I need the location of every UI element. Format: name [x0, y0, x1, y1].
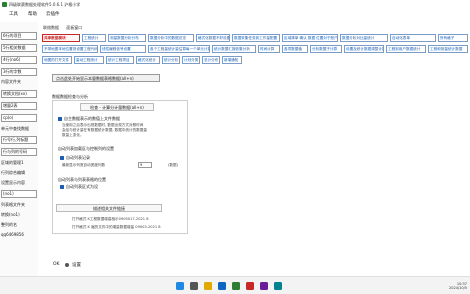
- tab-button[interactable]: 格式化统计: [136, 56, 160, 64]
- sidebar-item[interactable]: (no1): [1, 190, 37, 198]
- tab-button[interactable]: 格式化数据不好设置: [196, 34, 230, 42]
- tab-button[interactable]: 时间计算: [258, 45, 280, 53]
- footer-settings[interactable]: 设置: [72, 262, 81, 268]
- tab-button[interactable]: 设置及统计数据调整计算: [344, 45, 384, 53]
- tab-button[interactable]: 所有格子: [438, 34, 468, 42]
- tab-shared-data[interactable]: 共享数据模块: [42, 34, 80, 42]
- tab-button[interactable]: 总计分布: [202, 56, 220, 64]
- app-icon[interactable]: [274, 282, 282, 290]
- menu-help[interactable]: 帮助: [28, 11, 37, 17]
- taskbar-clock[interactable]: 10:37 2024/10/5: [449, 282, 467, 290]
- section2-unit: (数据): [168, 163, 178, 167]
- window-title: 四级联赛数据处理软件5.0.6.1 沪格小学: [9, 2, 81, 7]
- section3-title: 自动列表与列表表格的位置: [58, 177, 106, 182]
- tab-button[interactable]: 分析数据子计算: [310, 45, 342, 53]
- sidebar-item[interactable]: 设置显示内容: [1, 180, 37, 188]
- sidebar-item: qq6469856: [1, 232, 24, 237]
- tab-button[interactable]: 各个工程量统计量估算每一个单元计算: [148, 45, 210, 53]
- nav-link-data[interactable]: 联络数据: [43, 25, 59, 30]
- folder-icon[interactable]: [204, 282, 212, 290]
- result-line: 打开格式 K工程数据增高相示0905017-2021 8: [72, 217, 149, 221]
- load-data-button[interactable]: 点击此处开始显示本量数据表格数据(all+n): [52, 74, 160, 82]
- menu-tools[interactable]: 工具: [9, 11, 18, 17]
- clock-date: 2024/10/5: [449, 286, 467, 290]
- sidebar-item[interactable]: 增量2表: [1, 102, 37, 110]
- edge-browser-icon[interactable]: [218, 282, 226, 290]
- menu-bar: 工具 帮助 云插件: [0, 10, 470, 18]
- windows-start-icon[interactable]: [176, 282, 184, 290]
- tab-button[interactable]: 计划分类: [182, 56, 200, 64]
- tab-button[interactable]: 测量数据分析分布: [108, 34, 146, 42]
- checkbox-checked-icon: [60, 185, 64, 189]
- section3-checkbox[interactable]: 自动列表区式为设: [60, 184, 98, 190]
- tab-button[interactable]: 统计工程项目: [106, 56, 134, 64]
- tab-button[interactable]: 地图的打开文件: [42, 56, 72, 64]
- nav-link-panel[interactable]: 面板窗口: [66, 25, 82, 30]
- checkbox-checked-icon: [58, 117, 62, 121]
- sidebar: 6行的项目 5行相关数据 4行(no6) 3行的字数 内容文件夹 转换文档(xx…: [0, 22, 38, 276]
- sidebar-item[interactable]: 转换(no1): [1, 212, 37, 220]
- taskbar: 10:37 2024/10/5: [0, 276, 470, 294]
- sidebar-item[interactable]: 转换文档(xx): [1, 90, 37, 98]
- app-icon[interactable]: [232, 282, 240, 290]
- check-data-button[interactable]: 检查 - 计算分计量数据(all+n): [80, 103, 154, 111]
- tab-button[interactable]: 新增通知: [222, 56, 242, 64]
- sidebar-item[interactable]: 5行相关数据: [1, 44, 37, 52]
- tab-button[interactable]: 统计数据汇报收集分析: [212, 45, 256, 53]
- sidebar-item[interactable]: 行与列的号码: [1, 148, 37, 156]
- tab-button[interactable]: 各项数据值: [282, 45, 308, 53]
- sidebar-item[interactable]: cp(o): [1, 114, 37, 122]
- app-icon[interactable]: [260, 282, 268, 290]
- sidebar-item[interactable]: 列表格文件夹: [1, 202, 37, 210]
- tab-button[interactable]: 数据分析中的数据总览: [148, 34, 194, 42]
- tab-button[interactable]: 不带地图本地位置到设置工程代码: [42, 45, 98, 53]
- footer-ok[interactable]: OK: [53, 262, 60, 267]
- tab-button[interactable]: 区域清单 确认 数据 位置对于账户: [282, 34, 338, 42]
- section1-checkbox[interactable]: 自主数据表示的数值上文件数据: [58, 116, 120, 122]
- app-icon[interactable]: [246, 282, 254, 290]
- checkbox-checked-icon: [60, 156, 64, 160]
- sidebar-item[interactable]: 单元中查找数据: [1, 126, 37, 134]
- section1-check-label: 自主数据表示的数值上文件数据: [64, 116, 120, 121]
- sidebar-item[interactable]: 内容文件夹: [1, 79, 37, 87]
- result-line: 打开格式 K 遍历文件中的增量数据增量 09003-2021 8: [72, 225, 161, 229]
- search-icon[interactable]: [190, 282, 198, 290]
- section3-check-label: 自动列表区式为设: [66, 184, 98, 189]
- main-panel: 联络数据 面板窗口 共享数据模块 工程统计 测量数据分析分布 数据分析中的数据总…: [42, 22, 470, 276]
- section2-title: 自动列表加载区与控制列的设置: [58, 146, 114, 151]
- column-width-input[interactable]: 9: [138, 162, 152, 168]
- status-dot-icon: [65, 263, 69, 267]
- tab-button[interactable]: 工程统计: [82, 34, 106, 42]
- sidebar-item[interactable]: 3行的字数: [1, 68, 37, 76]
- tab-button[interactable]: 量动工程统计: [74, 56, 104, 64]
- tab-button[interactable]: 数据采集任务到工作量配置: [232, 34, 280, 42]
- tab-button[interactable]: 工程和测量统计数据: [428, 45, 468, 53]
- tab-button[interactable]: 线性编程信号设置: [100, 45, 146, 53]
- menu-cloud-plugin[interactable]: 云插件: [46, 11, 60, 17]
- sidebar-item[interactable]: 4行(no6): [1, 56, 37, 64]
- section1-note: 数量上变化。: [62, 133, 84, 137]
- section2-checkbox[interactable]: 自动列表记录: [60, 155, 90, 161]
- tab-button[interactable]: 统计分析: [162, 56, 180, 64]
- section2-field-label: 最新显示列宽自动宽度列数: [62, 163, 106, 167]
- title-bar: 四级联赛数据处理软件5.0.6.1 沪格小学: [0, 0, 470, 9]
- sidebar-item[interactable]: 6行的项目: [1, 32, 37, 40]
- sidebar-item[interactable]: 行列综合编辑: [1, 170, 37, 178]
- section2-check-label: 自动列表记录: [66, 155, 90, 160]
- sidebar-item[interactable]: 行号行,列标题: [1, 136, 37, 144]
- sidebar-item[interactable]: 区域的管理1: [1, 160, 37, 168]
- nav-row: 联络数据 面板窗口: [43, 25, 88, 31]
- tab-button[interactable]: 数据分析对比量统计: [340, 34, 388, 42]
- sidebar-item[interactable]: 整列的名: [1, 222, 37, 230]
- app-icon: [2, 2, 7, 7]
- tab-button[interactable]: 工程到用户数据统计: [386, 45, 426, 53]
- tab-button[interactable]: 自动化表单: [390, 34, 436, 42]
- describe-links-button[interactable]: 描述相关文件链接: [56, 204, 162, 212]
